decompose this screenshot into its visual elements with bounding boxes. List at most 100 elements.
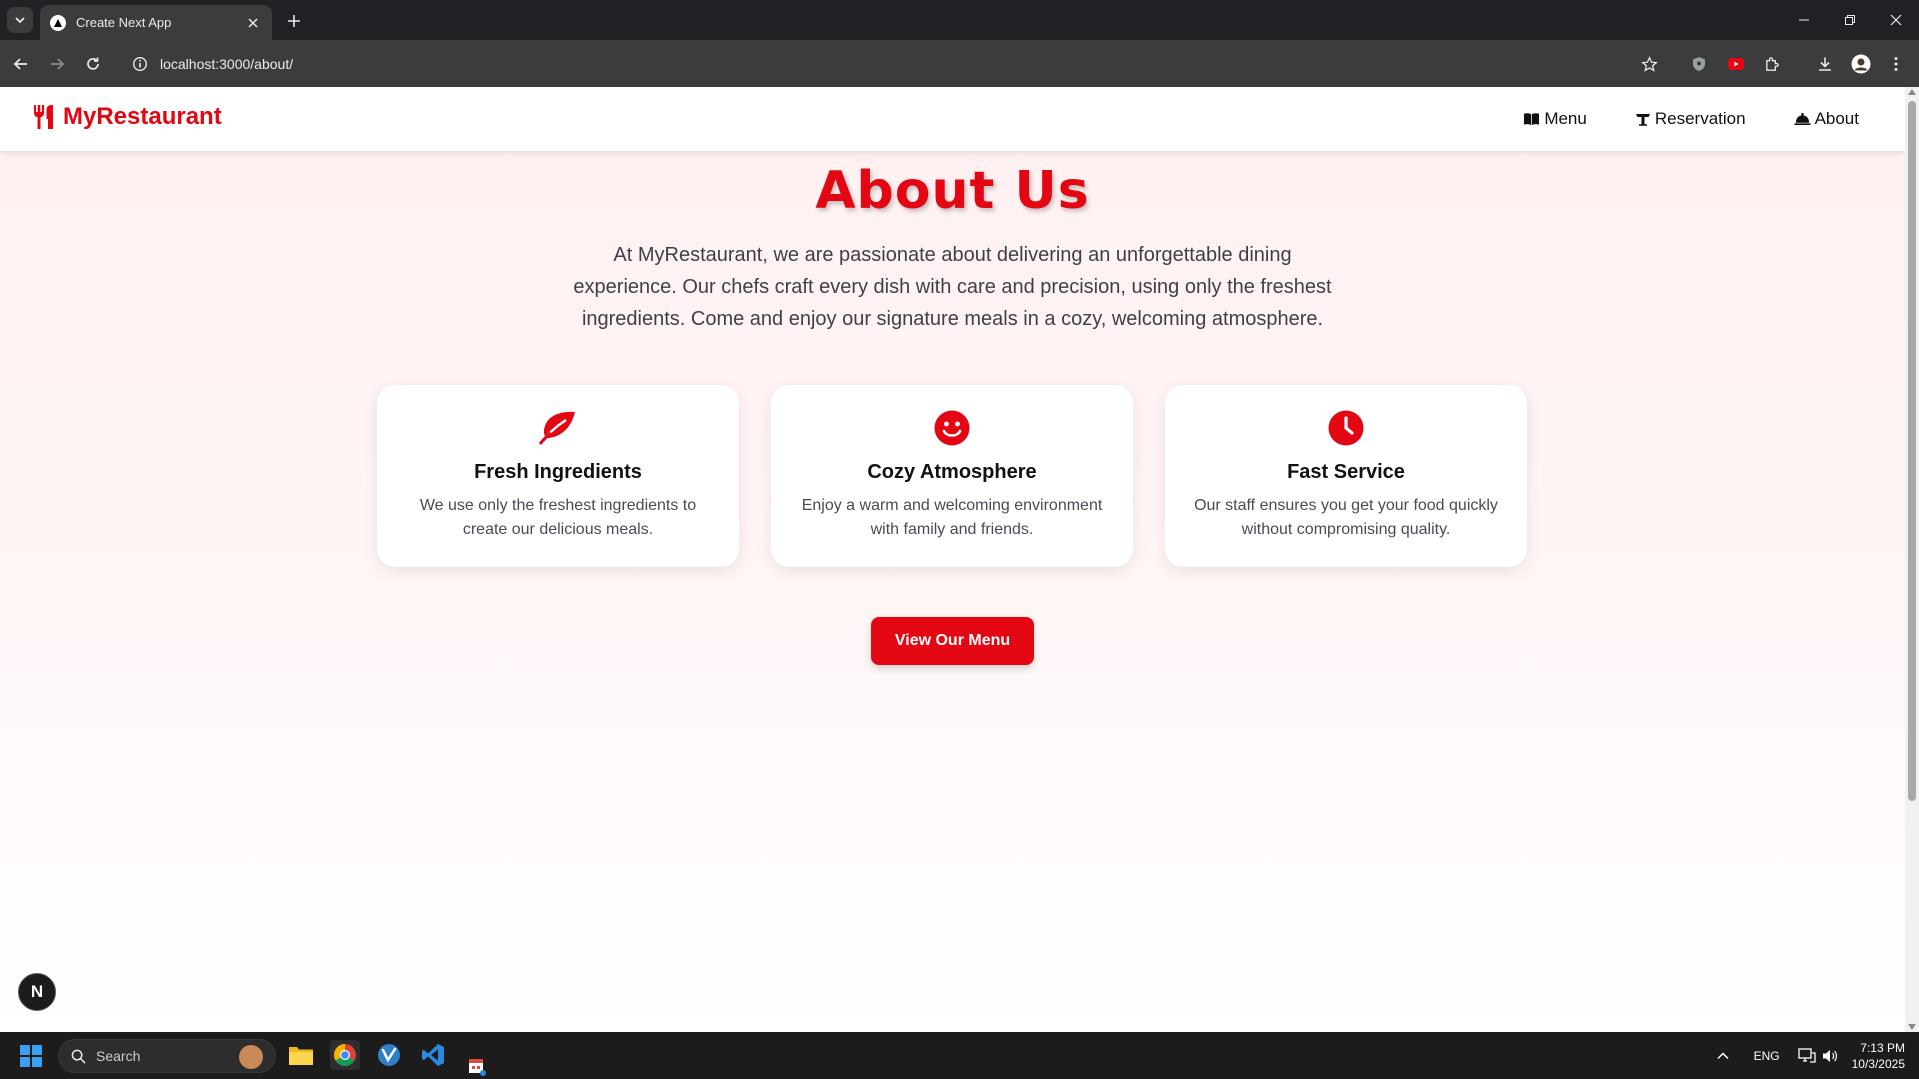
browser-v-icon xyxy=(378,1044,400,1066)
new-tab-button[interactable] xyxy=(282,9,306,33)
browser-menu-button[interactable] xyxy=(1883,51,1909,77)
folder-icon xyxy=(289,1047,313,1065)
nav-link-label: Reservation xyxy=(1654,109,1746,128)
feature-cards: Fresh Ingredients We use only the freshe… xyxy=(377,385,1527,567)
view-menu-button[interactable]: View Our Menu xyxy=(871,617,1034,665)
bookmark-star-button[interactable] xyxy=(1636,51,1662,77)
scroll-thumb[interactable] xyxy=(1908,101,1916,801)
volume-icon[interactable] xyxy=(1822,1048,1838,1064)
back-button[interactable] xyxy=(8,51,34,77)
taskbar-search[interactable]: Search xyxy=(58,1039,276,1073)
reload-button[interactable] xyxy=(80,51,106,77)
page-viewport: MyRestaurant Menu Reservation About Abou… xyxy=(0,87,1905,1032)
chevron-up-icon[interactable] xyxy=(1716,1049,1730,1063)
feature-title: Cozy Atmosphere xyxy=(867,461,1037,483)
more-vertical-icon xyxy=(1894,57,1898,71)
cloche-icon xyxy=(1794,112,1811,126)
feature-text: Our staff ensures you get your food quic… xyxy=(1194,497,1498,538)
file-explorer-taskbar-button[interactable] xyxy=(286,1040,316,1070)
minimize-icon xyxy=(1799,19,1809,21)
page-scrollbar[interactable] xyxy=(1905,87,1919,1032)
browser-toolbar: localhost:3000/about/ xyxy=(0,40,1919,87)
taskbar-clock[interactable]: 7:13 PM 10/3/2025 xyxy=(1852,1040,1905,1072)
clock-date: 10/3/2025 xyxy=(1851,1056,1905,1071)
window-controls xyxy=(1781,0,1919,40)
about-description: At MyRestaurant, we are passionate about… xyxy=(573,244,1332,330)
browser-tabstrip: Create Next App xyxy=(0,0,1919,40)
address-bar[interactable]: localhost:3000/about/ xyxy=(120,46,1650,81)
windows-start-icon[interactable] xyxy=(20,1045,42,1067)
shield-icon xyxy=(1693,57,1705,71)
search-icon xyxy=(71,1049,86,1064)
nav-link-label: About xyxy=(1814,109,1859,128)
feature-text: Enjoy a warm and welcoming environment w… xyxy=(801,497,1103,538)
smile-icon xyxy=(934,410,970,446)
minimize-button[interactable] xyxy=(1781,0,1827,40)
language-indicator[interactable]: ENG xyxy=(1754,1049,1780,1063)
tab-close-icon[interactable] xyxy=(244,14,262,32)
feature-title: Fresh Ingredients xyxy=(474,461,642,483)
feature-card-cozy-atmosphere: Cozy Atmosphere Enjoy a warm and welcomi… xyxy=(771,385,1133,567)
nav-link-about[interactable]: About xyxy=(1794,109,1859,129)
scroll-up-arrow-icon[interactable] xyxy=(1908,89,1916,95)
puzzle-icon xyxy=(1765,56,1779,71)
close-icon xyxy=(1890,14,1902,26)
brand-name: MyRestaurant xyxy=(63,103,222,130)
nextjs-dev-indicator[interactable]: N xyxy=(18,973,56,1011)
system-tray: ENG 7:13 PM 10/3/2025 xyxy=(1716,1032,1919,1079)
shield-extension-button[interactable] xyxy=(1686,51,1712,77)
site-info-icon[interactable] xyxy=(132,56,148,72)
feature-card-fresh-ingredients: Fresh Ingredients We use only the freshe… xyxy=(377,385,739,567)
arrow-left-icon xyxy=(13,58,27,70)
tab-title: Create Next App xyxy=(76,15,172,30)
youtube-extension-button[interactable] xyxy=(1723,51,1749,77)
download-icon xyxy=(1819,57,1831,71)
nav-link-menu[interactable]: Menu xyxy=(1523,109,1587,129)
site-navbar: MyRestaurant Menu Reservation About xyxy=(0,87,1905,151)
reload-icon xyxy=(87,57,99,70)
vscode-icon xyxy=(422,1044,444,1066)
plus-icon xyxy=(288,15,300,27)
search-label: Search xyxy=(96,1048,141,1064)
page-title: About Us xyxy=(815,161,1090,221)
clock-time: 7:13 PM xyxy=(1860,1040,1905,1055)
os-taskbar: Search ENG 7:13 PM 10/3/2025 xyxy=(0,1032,1919,1079)
feature-text: We use only the freshest ingredients to … xyxy=(419,497,697,538)
forward-button[interactable] xyxy=(44,51,70,77)
feature-card-fast-service: Fast Service Our staff ensures you get y… xyxy=(1165,385,1527,567)
utensils-icon xyxy=(34,105,53,129)
restore-button[interactable] xyxy=(1827,0,1873,40)
leaf-icon xyxy=(539,411,575,445)
vscode-taskbar-button[interactable] xyxy=(418,1040,448,1070)
downloads-button[interactable] xyxy=(1812,51,1838,77)
book-icon xyxy=(1524,113,1540,126)
youtube-icon xyxy=(1728,58,1744,70)
feature-title: Fast Service xyxy=(1287,461,1405,483)
clock-icon xyxy=(1328,410,1364,446)
nextjs-favicon-icon xyxy=(50,14,66,31)
table-icon xyxy=(1635,114,1650,126)
search-highlight-icon xyxy=(239,1045,263,1069)
tab-search-button[interactable] xyxy=(7,7,33,33)
url-text: localhost:3000/about/ xyxy=(160,55,294,72)
scroll-down-arrow-icon[interactable] xyxy=(1908,1024,1916,1030)
app-grid-icon xyxy=(469,1059,486,1076)
profile-button[interactable] xyxy=(1848,51,1874,77)
nav-link-reservation[interactable]: Reservation xyxy=(1635,109,1746,129)
restore-icon xyxy=(1845,15,1855,25)
close-window-button[interactable] xyxy=(1873,0,1919,40)
nav-link-label: Menu xyxy=(1544,109,1587,128)
network-icon[interactable] xyxy=(1797,1047,1816,1064)
vivaldi-taskbar-button[interactable] xyxy=(374,1040,404,1070)
arrow-right-icon xyxy=(51,58,65,70)
calendar-app-taskbar-button[interactable] xyxy=(462,1052,492,1079)
chrome-icon xyxy=(334,1044,356,1066)
site-logo-link[interactable]: MyRestaurant xyxy=(33,103,222,131)
nextjs-dev-indicator-label: N xyxy=(30,982,44,1001)
browser-tab[interactable]: Create Next App xyxy=(40,5,272,40)
extensions-button[interactable] xyxy=(1759,51,1785,77)
nav-links: Menu Reservation About xyxy=(1523,87,1859,151)
star-icon xyxy=(1640,55,1658,72)
chrome-taskbar-button[interactable] xyxy=(330,1040,360,1070)
avatar-icon xyxy=(1851,54,1871,74)
